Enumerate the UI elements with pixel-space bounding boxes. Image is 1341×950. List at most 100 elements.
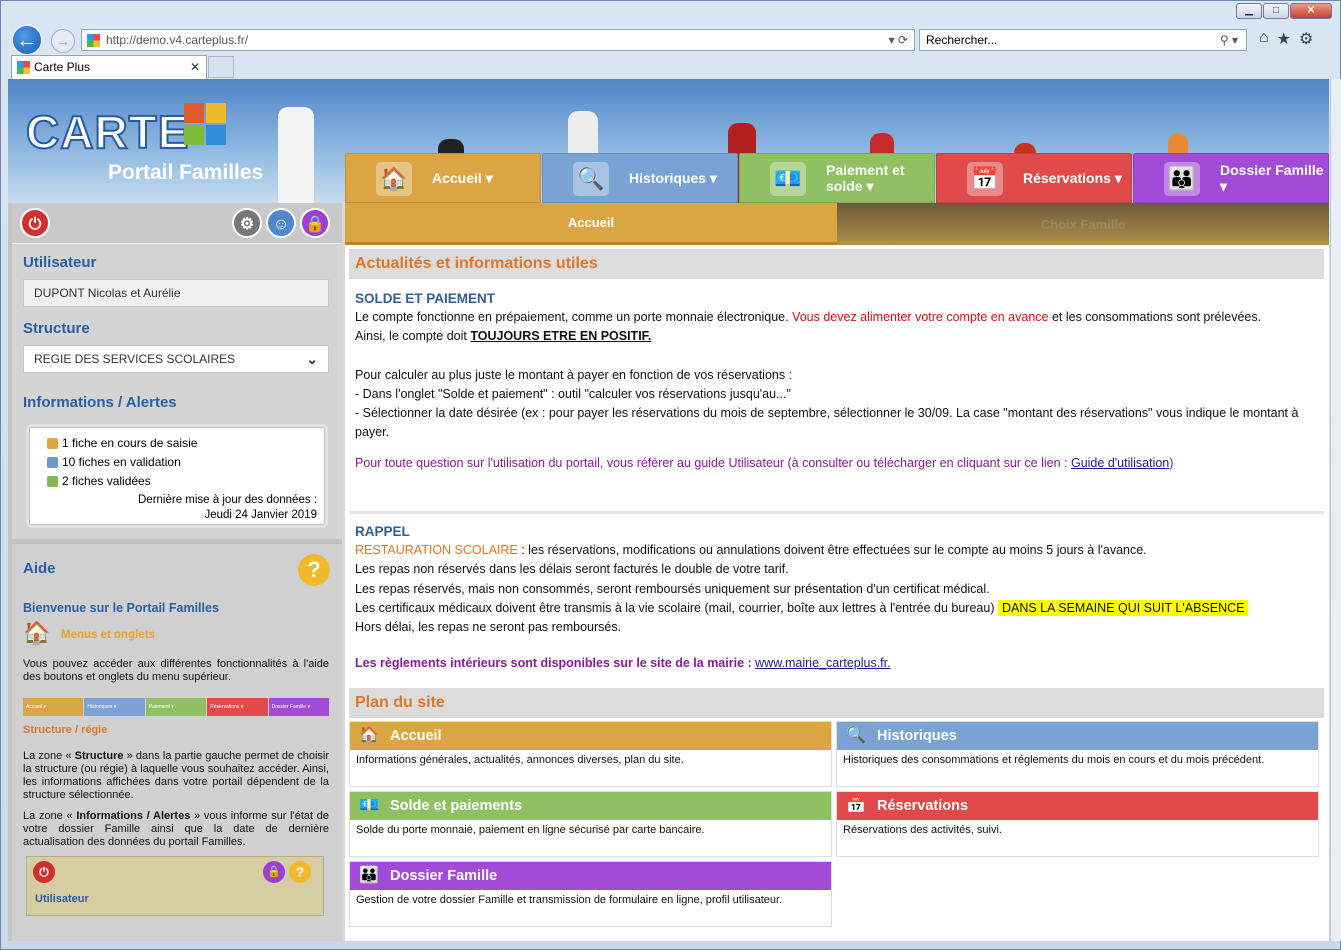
mini-tab: Accueil ▾ (23, 698, 84, 716)
card-description: Historiques des consommations et régleme… (843, 754, 1265, 766)
news-title: Actualités et informations utiles (349, 249, 1324, 279)
subtab-accueil[interactable]: Accueil (345, 203, 837, 245)
rappel-line-1: RESTAURATION SCOLAIRE : les réservations… (355, 543, 1147, 558)
alert-item: 1 fiche en cours de saisie (47, 436, 197, 450)
new-tab-button[interactable] (208, 56, 234, 78)
main-content: Actualités et informations utiles SOLDE … (345, 245, 1329, 941)
nav-tab-label: Accueil ▾ (432, 169, 493, 186)
calendar-icon: 📅 (967, 162, 1003, 196)
house-icon: 🏠 (376, 162, 412, 196)
nav-tab-3[interactable]: 📅 Réservations ▾ (936, 153, 1132, 203)
address-bar[interactable]: http://demo.v4.carteplus.fr/ ▾ ⟳ (81, 29, 915, 51)
nav-tab-4[interactable]: 👪 Dossier Famille ▾ (1133, 153, 1329, 203)
nav-tab-label: Historiques ▾ (629, 169, 717, 186)
favorites-star-icon[interactable]: ★ (1277, 29, 1291, 49)
lock-icon: 🔒 (263, 861, 285, 883)
rappel-line-5: Hors délai, les repas ne seront pas remb… (355, 620, 622, 635)
mini-tab: Historiques ▾ (84, 698, 145, 716)
highlight-badge: DANS LA SEMAINE QUI SUIT L'ABSENCE (997, 599, 1249, 616)
alert-item: 2 fiches validées (47, 474, 151, 488)
browser-tools: ⌂ ★ ⚙ (1259, 29, 1313, 49)
site-plan-card[interactable]: 📅 Réservations Réservations des activités,… (836, 791, 1319, 857)
last-update-label: Dernière mise à jour des données : (138, 494, 317, 506)
alert-item: 10 fiches en validation (47, 455, 181, 469)
plan-title: Plan du site (349, 688, 1324, 718)
close-window-button[interactable]: ✕ (1290, 3, 1332, 19)
calc-step-2: - Sélectionner la date désirée (ex : pou… (355, 406, 1299, 440)
tab-close-icon[interactable]: ✕ (190, 56, 200, 78)
site-plan-card[interactable]: 🔍 Historiques Historiques des consommation… (836, 721, 1319, 787)
logout-power-icon[interactable]: ⏻ (20, 208, 50, 238)
mini-nav-preview: Accueil ▾ Historiques ▾ Paiement ▾ Réservat… (23, 698, 330, 716)
refresh-icon[interactable]: ▾ ⟳ (889, 30, 908, 50)
help-question-icon[interactable]: ? (298, 554, 330, 586)
back-button[interactable]: ← (11, 24, 43, 56)
rappel-title: RAPPEL (355, 524, 410, 539)
rappel-line-4: Les certificaux médicaux doivent être tr… (355, 599, 1318, 618)
logout-power-icon: ⏻ (33, 861, 55, 883)
card-title-text: Accueil (390, 728, 442, 744)
card-title[interactable]: 📅 Réservations (837, 792, 1318, 820)
card-title-text: Réservations (877, 798, 969, 814)
rappel-line-3: Les repas réservés, mais non consommés, … (355, 581, 990, 596)
subtab-choix-famille[interactable]: Choix Famille (837, 203, 1329, 245)
guide-link[interactable]: Guide d'utilisation (1071, 456, 1169, 470)
card-title[interactable]: 🏠 Accueil (350, 722, 831, 750)
card-title[interactable]: 🔍 Historiques (837, 722, 1318, 750)
menus-text: Vous pouvez accéder aux différentes fonc… (23, 658, 329, 683)
browser-tab[interactable]: Carte Plus ✕ (11, 55, 207, 79)
main-nav: 🏠 Accueil ▾ 🔍 Historiques ▾ 💶 Paiement et sol… (345, 153, 1329, 203)
help-title: Aide (23, 560, 56, 577)
site-plan-card[interactable]: 👪 Dossier Famille Gestion de votre dossier… (349, 861, 832, 927)
divider (349, 511, 1324, 514)
scrollbar[interactable] (1330, 79, 1341, 941)
portal-subtitle: Portail Familles (108, 161, 264, 184)
window-controls: ▁ □ ✕ (1236, 3, 1332, 19)
mini-tab: Paiement ▾ (145, 698, 207, 716)
logo-text: CARTE (25, 105, 190, 159)
user-panel: Utilisateur DUPONT Nicolas et Aurélie St… (12, 243, 342, 539)
forward-button[interactable]: → (51, 29, 75, 53)
card-title[interactable]: 👪 Dossier Famille (350, 862, 831, 890)
left-panel: ⏻ ⚙ ☺ 🔒 Utilisateur DUPONT Nicolas et Au… (12, 203, 342, 941)
settings-gear-icon[interactable]: ⚙ (232, 208, 262, 238)
settings-gear-icon[interactable]: ⚙ (1299, 29, 1313, 49)
site-plan-card[interactable]: 💶 Solde et paiements Solde du porte monnai… (349, 791, 832, 857)
rappel-block: RAPPEL RESTAURATION SCOLAIRE : les réser… (349, 522, 1324, 674)
family-icon[interactable]: ☺ (266, 208, 296, 238)
maximize-button[interactable]: □ (1263, 3, 1289, 19)
karate-child-image (278, 107, 314, 203)
help-question-icon: ? (289, 861, 311, 883)
solde-block: SOLDE ET PAIEMENT Le compte fonctionne e… (349, 289, 1324, 474)
mairie-link[interactable]: www.mairie_carteplus.fr. (755, 656, 890, 670)
blue-square-icon (47, 456, 58, 468)
search-icon[interactable]: ⚲ ▾ (1220, 30, 1238, 50)
minimize-button[interactable]: ▁ (1236, 3, 1262, 19)
nav-tab-0[interactable]: 🏠 Accueil ▾ (345, 153, 541, 203)
card-description: Gestion de votre dossier Famille et tran… (356, 894, 783, 906)
search-input[interactable]: Rechercher... ⚲ ▾ (919, 29, 1247, 51)
card-title-text: Dossier Famille (390, 868, 498, 884)
favicon-icon (17, 61, 30, 74)
home-icon[interactable]: ⌂ (1259, 29, 1269, 49)
structure-select[interactable]: REGIE DES SERVICES SCOLAIRES ⌄ (23, 345, 329, 373)
last-update-date: Jeudi 24 Janvier 2019 (204, 509, 317, 521)
card-title-text: Solde et paiements (390, 798, 523, 814)
structure-value: REGIE DES SERVICES SCOLAIRES (34, 352, 236, 366)
guide-paragraph: Pour toute question sur l'utilisation du… (355, 456, 1174, 471)
card-description: Réservations des activités, suivi. (843, 824, 1002, 836)
lock-icon[interactable]: 🔒 (300, 208, 330, 238)
menus-title: Menus et onglets (61, 629, 155, 641)
nav-tab-label: Réservations ▾ (1023, 169, 1122, 186)
nav-tab-2[interactable]: 💶 Paiement et solde ▾ (739, 153, 935, 203)
calc-paragraph: Pour calculer au plus juste le montant à… (355, 367, 793, 382)
card-title[interactable]: 💶 Solde et paiements (350, 792, 831, 820)
calendar-icon: 📅 (846, 797, 866, 814)
green-square-icon (47, 475, 58, 487)
nav-tab-label: Paiement et solde ▾ (826, 161, 905, 194)
site-plan-card[interactable]: 🏠 Accueil Informations générales, actualit… (349, 721, 832, 787)
nav-tab-1[interactable]: 🔍 Historiques ▾ (542, 153, 738, 203)
help-panel: Aide ? Bienvenue sur le Portail Familles… (12, 543, 342, 941)
url-text: http://demo.v4.carteplus.fr/ (106, 33, 249, 47)
info-alerts-title: Informations / Alertes (23, 394, 177, 411)
